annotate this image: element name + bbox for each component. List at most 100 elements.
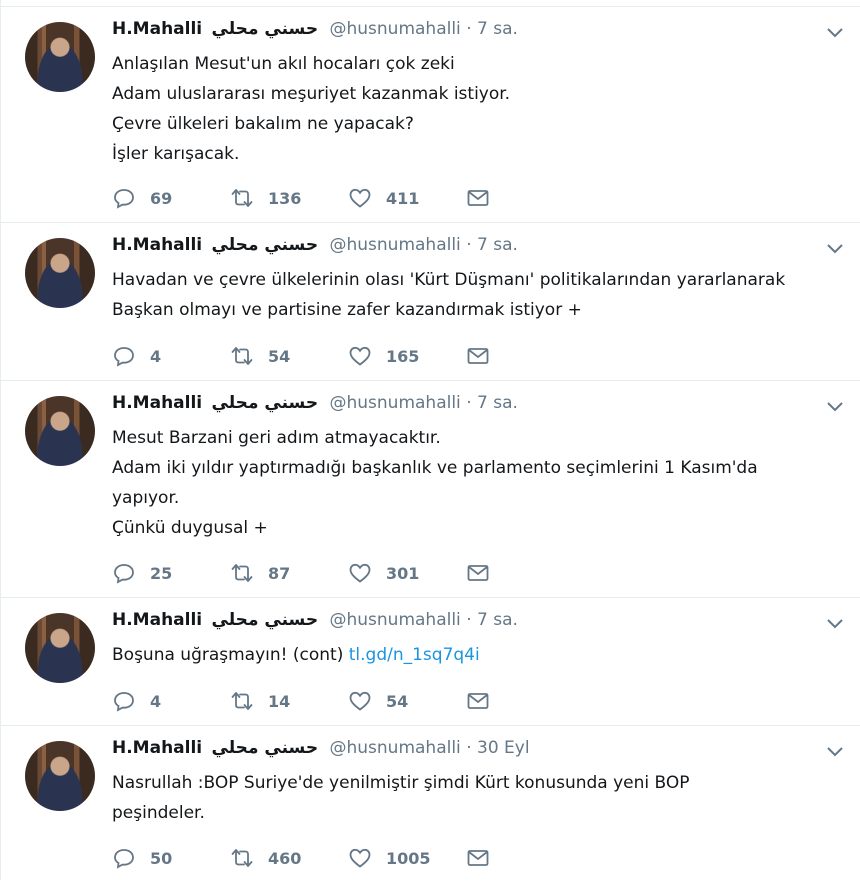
heart-icon [349, 563, 371, 583]
like-button[interactable]: 54 [348, 689, 466, 713]
tweet-time[interactable]: 7 sa. [477, 235, 518, 255]
tweet-text: Nasrullah :BOP Suriye'de yenilmiştir şim… [112, 768, 820, 828]
avatar[interactable] [25, 238, 95, 308]
tweet-text-line: Mesut Barzani geri adım atmayacaktır. [112, 428, 441, 448]
retweet-count: 87 [268, 563, 291, 583]
tweet-text-line: yapıyor. [112, 488, 180, 508]
user-arabic-name[interactable]: حسني محلي [212, 393, 319, 413]
reply-count: 25 [150, 563, 173, 583]
retweet-button[interactable]: 460 [230, 846, 348, 870]
reply-icon [114, 692, 134, 712]
user-name[interactable]: H.Mahalli [112, 393, 202, 413]
user-handle[interactable]: @husnumahalli [329, 393, 460, 413]
tweet[interactable]: H.Mahalli حسني محلي @husnumahalli · 30 E… [1, 726, 860, 886]
user-handle[interactable]: @husnumahalli [329, 610, 460, 630]
user-name[interactable]: H.Mahalli [112, 235, 202, 255]
retweet-count: 54 [268, 346, 291, 366]
tweet[interactable]: H.Mahalli حسني محلي @husnumahalli · 7 sa… [1, 598, 860, 726]
avatar[interactable] [25, 396, 95, 466]
heart-icon [349, 848, 371, 868]
direct-message-button[interactable] [466, 689, 506, 713]
tweet-text-line: Boşuna uğraşmayın! (cont) tl.gd/n_1sq7q4… [112, 640, 820, 670]
separator: · [466, 393, 472, 413]
reply-count: 4 [150, 691, 162, 711]
direct-message-icon [467, 693, 489, 709]
chevron-down-icon[interactable] [824, 740, 846, 762]
tweet-text-line: Anlaşılan Mesut'un akıl hocaları çok zek… [112, 54, 455, 74]
chevron-down-icon[interactable] [824, 612, 846, 634]
tweet-text: Mesut Barzani geri adım atmayacaktır. Ad… [112, 423, 820, 543]
retweet-button[interactable]: 54 [230, 344, 348, 368]
user-name[interactable]: H.Mahalli [112, 738, 202, 758]
user-arabic-name[interactable]: حسني محلي [212, 610, 319, 630]
tweet-header: H.Mahalli حسني محلي @husnumahalli · 7 sa… [112, 19, 518, 39]
reply-button[interactable]: 4 [112, 689, 230, 713]
user-arabic-name[interactable]: حسني محلي [212, 19, 319, 39]
direct-message-button[interactable] [466, 561, 506, 585]
retweet-icon [231, 849, 253, 867]
user-arabic-name[interactable]: حسني محلي [212, 235, 319, 255]
tweet-actions: 50 460 1005 [112, 844, 506, 872]
direct-message-icon [467, 565, 489, 581]
direct-message-icon [467, 348, 489, 364]
tweet-text: Boşuna uğraşmayın! (cont) tl.gd/n_1sq7q4… [112, 640, 820, 670]
reply-icon [114, 189, 134, 209]
tweet[interactable]: H.Mahalli حسني محلي @husnumahalli · 7 sa… [1, 381, 860, 598]
tweet-time[interactable]: 7 sa. [477, 393, 518, 413]
like-button[interactable]: 301 [348, 561, 466, 585]
tweet-text-line: peşindeler. [112, 803, 205, 823]
retweet-button[interactable]: 87 [230, 561, 348, 585]
heart-icon [349, 691, 371, 711]
direct-message-button[interactable] [466, 344, 506, 368]
reply-count: 4 [150, 346, 162, 366]
tweet-text-content: Boşuna uğraşmayın! (cont) [112, 645, 349, 665]
tweet-text-line: Nasrullah :BOP Suriye'de yenilmiştir şim… [112, 773, 690, 793]
avatar[interactable] [25, 22, 95, 92]
tweet[interactable]: H.Mahalli حسني محلي @husnumahalli · 7 sa… [1, 223, 860, 381]
like-count: 165 [386, 346, 420, 366]
tweet-time[interactable]: 7 sa. [477, 610, 518, 630]
tweet-text-line: Adam uluslararası meşuriyet kazanmak ist… [112, 84, 511, 104]
separator: · [466, 610, 472, 630]
reply-button[interactable]: 50 [112, 846, 230, 870]
tweet-text: Havadan ve çevre ülkelerinin olası 'Kürt… [112, 265, 820, 325]
retweet-button[interactable]: 14 [230, 689, 348, 713]
like-button[interactable]: 411 [348, 186, 466, 210]
direct-message-button[interactable] [466, 186, 506, 210]
tweet-time[interactable]: 7 sa. [477, 19, 518, 39]
tweet-text: Anlaşılan Mesut'un akıl hocaları çok zek… [112, 49, 820, 169]
reply-button[interactable]: 25 [112, 561, 230, 585]
retweet-button[interactable]: 136 [230, 186, 348, 210]
avatar[interactable] [25, 613, 95, 683]
avatar[interactable] [25, 741, 95, 811]
chevron-down-icon[interactable] [824, 21, 846, 43]
reply-icon [114, 849, 134, 869]
heart-icon [349, 346, 371, 366]
reply-count: 50 [150, 848, 173, 868]
tweet-time[interactable]: 30 Eyl [477, 738, 530, 758]
direct-message-button[interactable] [466, 846, 506, 870]
tweet[interactable]: H.Mahalli حسني محلي @husnumahalli · 7 sa… [1, 7, 860, 223]
reply-button[interactable]: 69 [112, 186, 230, 210]
tweet-link[interactable]: tl.gd/n_1sq7q4i [349, 645, 480, 665]
tweet-header: H.Mahalli حسني محلي @husnumahalli · 7 sa… [112, 235, 518, 255]
user-arabic-name[interactable]: حسني محلي [212, 738, 319, 758]
reply-icon [114, 564, 134, 584]
user-handle[interactable]: @husnumahalli [329, 19, 460, 39]
reply-button[interactable]: 4 [112, 344, 230, 368]
like-button[interactable]: 1005 [348, 846, 466, 870]
user-name[interactable]: H.Mahalli [112, 610, 202, 630]
retweet-icon [231, 347, 253, 365]
tweet-actions: 69 136 411 [112, 184, 506, 212]
user-handle[interactable]: @husnumahalli [329, 738, 460, 758]
heart-icon [349, 188, 371, 208]
user-name[interactable]: H.Mahalli [112, 19, 202, 39]
like-button[interactable]: 165 [348, 344, 466, 368]
chevron-down-icon[interactable] [824, 395, 846, 417]
retweet-icon [231, 189, 253, 207]
tweet-actions: 25 87 301 [112, 559, 506, 587]
user-handle[interactable]: @husnumahalli [329, 235, 460, 255]
chevron-down-icon[interactable] [824, 237, 846, 259]
tweet-text-line: İşler karışacak. [112, 144, 240, 164]
tweet-header: H.Mahalli حسني محلي @husnumahalli · 7 sa… [112, 610, 518, 630]
